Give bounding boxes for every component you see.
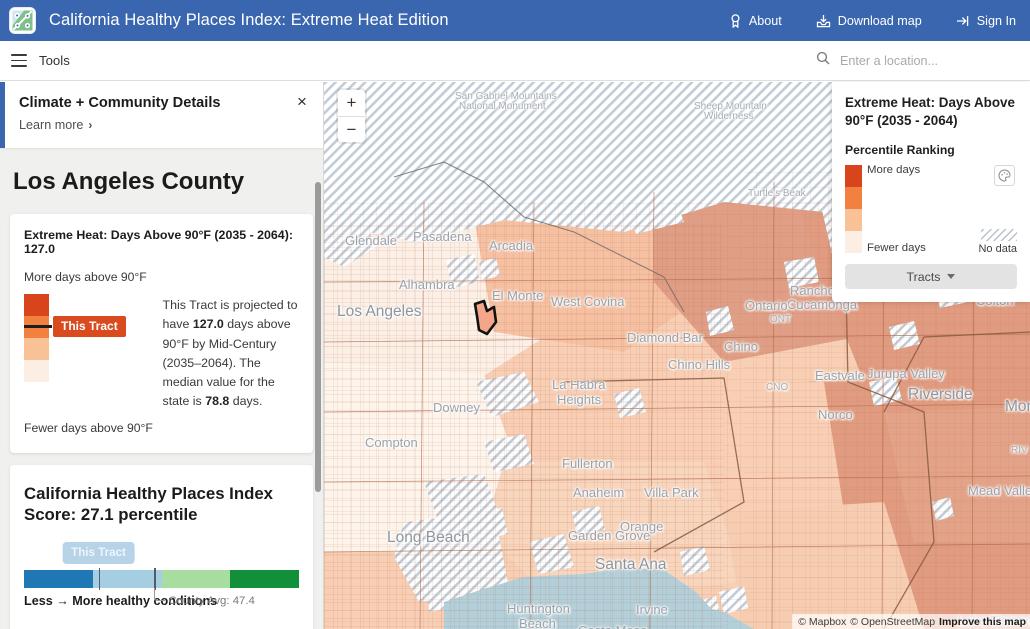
nav-download-label: Download map	[837, 13, 922, 28]
hpi-county-avg-marker	[154, 567, 156, 590]
heat-card-title: Extreme Heat: Days Above 90°F (2035 - 20…	[24, 228, 293, 256]
legend-color-ramp	[845, 165, 862, 254]
nav-about[interactable]: About	[729, 14, 782, 28]
pointer-line	[24, 325, 52, 328]
heat-desc-median: 78.8	[205, 394, 230, 409]
nav-sign-in-label: Sign In	[976, 13, 1016, 28]
ramp-band-1	[845, 187, 862, 210]
hpi-score-card: California Healthy Places Index Score: 2…	[10, 464, 313, 629]
improve-this-map-link[interactable]: Improve this map	[939, 616, 1026, 628]
legend-right-column: No data	[959, 165, 1017, 255]
info-ribbon-icon	[729, 13, 742, 28]
sidebar-scroll-area: Climate + Community Details Learn more ›…	[0, 82, 323, 629]
nav-sign-in[interactable]: Sign In	[956, 14, 1016, 28]
tracts-dropdown-label: Tracts	[906, 269, 941, 284]
hpi-this-tract-chip: This Tract	[62, 541, 135, 564]
learn-more-label: Learn more	[19, 118, 84, 132]
chevron-right-icon: ›	[88, 118, 93, 132]
heat-desc-value: 127.0	[192, 317, 224, 332]
details-panel-header: Climate + Community Details Learn more ›…	[0, 82, 323, 148]
hamburger-menu-icon[interactable]	[11, 54, 27, 67]
learn-more-link[interactable]: Learn more ›	[19, 118, 92, 132]
details-sidebar: Climate + Community Details Learn more ›…	[0, 82, 324, 629]
brand: California Healthy Places Index: Extreme…	[0, 7, 449, 34]
heat-fewer-label: Fewer days above 90°F	[24, 421, 153, 436]
this-tract-pill: This Tract	[52, 315, 127, 339]
legend-subtitle: Percentile Ranking	[845, 143, 955, 158]
nav-download-map[interactable]: Download map	[816, 14, 922, 28]
map-zoom-controls: + −	[338, 90, 365, 142]
hpi-card-title: California Healthy Places Index Score: 2…	[24, 483, 274, 525]
map-legend-panel: Extreme Heat: Days Above 90°F (2035 - 20…	[832, 82, 1030, 303]
heat-more-label: More days above 90°F	[24, 270, 147, 284]
chevron-down-icon	[947, 274, 956, 280]
zoom-out-button[interactable]: −	[338, 116, 365, 142]
palette-icon[interactable]	[994, 165, 1015, 187]
app-header: California Healthy Places Index: Extreme…	[0, 0, 1030, 41]
hpi-bar-segment-1	[92, 569, 162, 588]
ramp-band-3	[24, 360, 49, 383]
county-name: Los Angeles County	[13, 168, 245, 195]
hpi-bar-segment-0	[24, 569, 93, 588]
heat-color-ramp	[24, 294, 49, 383]
map-attribution: © Mapbox © OpenStreetMap Improve this ma…	[792, 614, 1030, 629]
download-icon	[816, 14, 831, 28]
sign-in-arrow-icon	[956, 14, 970, 28]
ramp-band-3	[845, 231, 862, 254]
search-icon[interactable]	[816, 51, 830, 70]
tools-menu-label[interactable]: Tools	[39, 53, 70, 68]
search-input[interactable]	[840, 53, 1016, 68]
app-root: California Healthy Places Index: Extreme…	[0, 0, 1030, 629]
sidebar-scrollbar[interactable]	[315, 182, 321, 492]
attribution-osm[interactable]: © OpenStreetMap	[850, 616, 935, 628]
nav-about-label: About	[748, 13, 782, 28]
this-tract-pointer: This Tract	[24, 315, 127, 339]
hpi-bar-segment-2	[161, 569, 231, 588]
heat-desc-post: days.	[229, 394, 263, 409]
header-nav: About Download map Sign In	[695, 14, 1030, 28]
tools-bar: Tools	[0, 41, 1030, 81]
hpi-bar-segment-3	[230, 569, 299, 588]
heat-card-body: This Tract This Tract is projected to ha…	[24, 294, 299, 411]
legend-ramp-column: More days Fewer days	[845, 164, 931, 255]
hpi-this-tract-marker	[98, 567, 101, 590]
hpi-logo-icon	[9, 7, 36, 34]
ramp-band-0	[24, 294, 49, 317]
extreme-heat-card: Extreme Heat: Days Above 90°F (2035 - 20…	[10, 214, 313, 453]
zoom-in-button[interactable]: +	[338, 90, 365, 116]
no-data-swatch-icon	[981, 229, 1017, 242]
close-icon[interactable]: ×	[293, 93, 311, 112]
attribution-mapbox[interactable]: © Mapbox	[798, 616, 846, 628]
details-panel-title: Climate + Community Details	[19, 95, 221, 111]
location-search	[816, 51, 1030, 70]
legend-title: Extreme Heat: Days Above 90°F (2035 - 20…	[845, 95, 1015, 129]
hpi-bar-wrapper: This Tract County Avg: 47.4	[24, 541, 299, 607]
ramp-band-2	[845, 209, 862, 232]
legend-more-label: More days	[867, 164, 921, 177]
ramp-band-2	[24, 338, 49, 361]
legend-no-data: No data	[978, 229, 1017, 255]
county-avg-elbow	[154, 587, 166, 601]
legend-body: More days Fewer days No data	[845, 164, 1017, 255]
tracts-dropdown-button[interactable]: Tracts	[845, 264, 1017, 290]
ramp-band-0	[845, 165, 862, 188]
heat-description: This Tract is projected to have 127.0 da…	[163, 294, 300, 411]
hpi-quartile-bar	[24, 569, 299, 588]
county-avg-label: County Avg: 47.4	[168, 594, 255, 607]
legend-fewer-label: Fewer days	[867, 242, 926, 255]
page-title: California Healthy Places Index: Extreme…	[49, 11, 449, 29]
no-data-label: No data	[978, 243, 1017, 256]
heat-ramp-wrapper: This Tract	[24, 294, 161, 411]
